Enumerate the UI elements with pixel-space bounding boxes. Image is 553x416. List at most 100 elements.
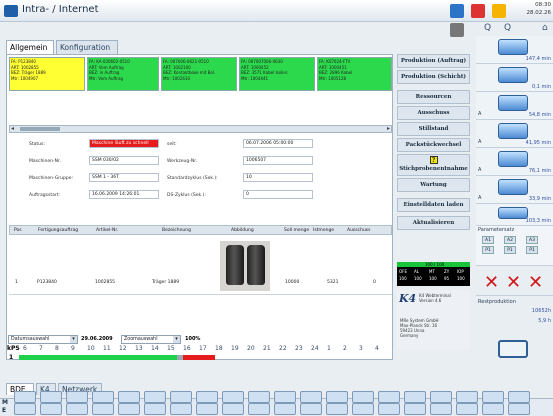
toolbar-tool-icon[interactable] [352,391,374,403]
hour-tick-label: 4 [375,345,379,352]
chevron-down-icon[interactable]: ▾ [173,336,180,343]
horizontal-scrollbar[interactable]: ◂ ▸ [9,125,392,133]
param-button[interactable]: P1 [526,246,538,254]
alert-icon[interactable] [471,4,486,18]
scrap-button[interactable]: Ausschuss [397,106,470,120]
order-block[interactable]: FA: K07024-FTV ART: 1000451 BEZ: 2896 Ka… [317,57,392,91]
tab-allgemein[interactable]: Allgemein [6,40,54,54]
cell-article: 1002855 [95,280,116,285]
toolbar-tool-icon[interactable] [404,391,426,403]
cancel-icon[interactable]: ✕ [484,272,499,293]
load-settings-button[interactable]: Einstelldaten laden [397,198,470,212]
order-block[interactable]: FA: 007006-0621-0510 ART: 1002100 BEZ: K… [161,57,237,91]
param-button[interactable]: P1 [482,246,494,254]
production-order-button[interactable]: Produktion (Auftrag) [397,54,470,68]
cell-target: 10000 [285,280,300,285]
param-button[interactable]: A3 [526,236,538,244]
back-icon[interactable]: Q [484,23,491,33]
toolbar-tool-icon[interactable] [66,391,88,403]
toolbar-tool-icon[interactable] [456,391,478,403]
toolbar-tool-icon[interactable] [430,391,452,403]
sampling-button[interactable]: ? Stichprobenentnahme [397,154,470,176]
toolbar-tool-icon[interactable] [222,403,244,415]
toolbar-tool-icon[interactable] [378,403,400,415]
toolbar-tool-icon[interactable] [508,403,530,415]
cancel-icon[interactable]: ✕ [506,272,521,293]
battery-icon[interactable] [450,23,464,37]
home-icon[interactable]: ⌂ [542,23,548,33]
toolbar-tool-icon[interactable] [170,403,192,415]
timeline-running [19,355,177,360]
right-item[interactable]: 147,4 min [476,36,553,64]
right-item[interactable]: A 41,95 min [476,120,553,148]
package-change-button[interactable]: Packstückwechsel [397,138,470,152]
toolbar-tool-icon[interactable] [222,391,244,403]
toolbar-tool-icon[interactable] [378,391,400,403]
resources-button[interactable]: Ressourcen [397,90,470,104]
toolbar-tool-icon[interactable] [456,403,478,415]
right-item[interactable]: A 33,9 min [476,176,553,204]
toolbar-tool-icon[interactable] [14,391,36,403]
toolbar-tool-icon[interactable] [404,403,426,415]
toolbar-tool-icon[interactable] [196,391,218,403]
toolbar-tool-icon[interactable] [482,391,504,403]
param-button[interactable]: A1 [482,236,494,244]
date-select[interactable]: Datumsauswahl ▾ [8,335,78,344]
toolbar-tool-icon[interactable] [274,403,296,415]
toolbar-tool-icon[interactable] [92,403,114,415]
timeline-bar[interactable]: 1 [7,354,392,361]
chevron-down-icon[interactable]: ▾ [70,336,77,343]
toolbar-tool-icon[interactable] [144,403,166,415]
toolbar-tool-icon[interactable] [508,391,530,403]
toolbar-tool-icon[interactable] [326,391,348,403]
scroll-right-icon[interactable]: ▸ [387,125,390,132]
toolbar-tool-icon[interactable] [274,391,296,403]
zoom-icon[interactable]: Q [504,23,511,33]
toolbar-tool-icon[interactable] [14,403,36,415]
toolbar-tool-icon[interactable] [300,403,322,415]
cancel-icon[interactable]: ✕ [528,272,543,293]
zoom-select[interactable]: Zoomauswahl ▾ [121,335,181,344]
toolbar-tool-icon[interactable] [248,403,270,415]
sun-icon[interactable] [492,4,507,18]
toolbar-tool-icon[interactable] [118,403,140,415]
rest-value: 10652h [531,308,551,314]
toolbar-tool-icon[interactable] [248,391,270,403]
order-block[interactable]: FA: 007007006-0630 ART: 1000452 BEZ: 357… [239,57,315,91]
toolbar-tool-icon[interactable] [144,391,166,403]
downtime-button[interactable]: Stillstand [397,122,470,136]
table-row[interactable]: 1 P123840 1002855 Träger 1889 10000 5321… [9,235,392,295]
right-item[interactable]: 0,1 min [476,64,553,92]
toolbar-tool-icon[interactable] [326,403,348,415]
machine-group-label: Maschinen-Gruppe: [29,176,74,181]
toolbar-tool-icon[interactable] [300,391,322,403]
param-button[interactable]: A2 [504,236,516,244]
toolbar-tool-icon[interactable] [196,403,218,415]
toolbar-tool-icon[interactable] [482,403,504,415]
toolbar-tool-icon[interactable] [40,391,62,403]
toolbar-tool-icon[interactable] [40,403,62,415]
hour-tick-label: 3 [359,345,363,352]
maintenance-button[interactable]: Wartung [397,178,470,192]
right-item[interactable]: A 76,1 min [476,148,553,176]
network-icon[interactable] [450,4,464,18]
toolbar-tool-icon[interactable] [66,403,88,415]
toolbar-tool-icon[interactable] [170,391,192,403]
right-item[interactable] [476,336,553,364]
right-item[interactable]: 103,3 min [476,204,553,226]
tab-konfiguration[interactable]: Konfiguration [56,40,118,54]
scroll-left-icon[interactable]: ◂ [11,125,14,132]
col-scrap: Ausschuss [347,228,371,233]
toolbar-tool-icon[interactable] [118,391,140,403]
toolbar-tool-icon[interactable] [352,403,374,415]
toolbar-tool-icon[interactable] [92,391,114,403]
scroll-thumb[interactable] [20,127,60,131]
order-block[interactable]: FA: KA-030602-0510 ART: Vom Auftrag BEZ:… [87,57,159,91]
right-item[interactable]: A 54,8 min [476,92,553,120]
clock-date: 28.02.26 [526,10,552,16]
toolbar-tool-icon[interactable] [430,403,452,415]
refresh-button[interactable]: Aktualisieren [397,216,470,230]
production-shift-button[interactable]: Produktion (Schicht) [397,70,470,84]
param-button[interactable]: P1 [504,246,516,254]
order-block-active[interactable]: FA: P123840 ART: 1002855 BEZ: Träger 188… [9,57,85,91]
